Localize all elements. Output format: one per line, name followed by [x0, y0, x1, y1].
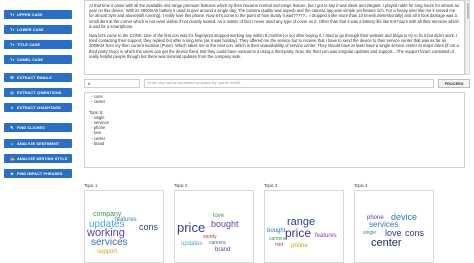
analyze-writing-style-label: ANALYZE WRITING STYLE [17, 156, 68, 161]
text-scrollbar[interactable] [465, 0, 470, 75]
lower-case-label: LOWER CASE [17, 27, 44, 32]
controls-row: 6 Enter stop words separated by space Eg… [84, 79, 470, 88]
topic-label: Topic 3 [264, 183, 278, 188]
upper-case-label: UPPER CASE [17, 12, 43, 17]
text-case-icon: Tт [10, 27, 15, 32]
analyze-sentiment-button[interactable]: ☺ ANALYZE SENTIMENT [4, 139, 72, 148]
extract-emails-button[interactable]: ✉ EXTRACT EMAILS [4, 73, 72, 82]
cliche-icon: ✎ [10, 125, 14, 130]
extract-hashtags-button[interactable]: # EXTRACT #HASHTAGS [4, 103, 72, 112]
proceed-button[interactable]: PROCEED [438, 79, 470, 88]
text-input-area[interactable]: At that time it came with all the availa… [84, 0, 465, 75]
stopwords-input[interactable]: Enter stop words separated by space Eg: … [144, 79, 434, 88]
find-cliches-button[interactable]: ✎ FIND CLICHES [4, 123, 72, 132]
cloud-word: price [177, 220, 206, 235]
cloud-word: camera [209, 240, 226, 246]
sidebar: Tт UPPER CASE Tт LOWER CASE Tт TITLE CASE T… [0, 0, 76, 263]
cloud-word: center [371, 237, 402, 249]
title-case-label: TITLE CASE [17, 42, 41, 47]
cloud-word: bought [267, 228, 286, 234]
topic-label: Topic 2 [174, 183, 188, 188]
cloud-word: single [363, 230, 377, 236]
topic-column: Topic 2 love price bought sturdy camera updat… [174, 183, 264, 263]
cloud-word: brand [215, 247, 231, 253]
cloud-word: updates [181, 241, 203, 247]
extract-mentions-label: EXTRACT @MENTIONS [17, 90, 62, 95]
text-case-icon: Tт [10, 42, 15, 47]
find-cliches-label: FIND CLICHES [17, 125, 45, 130]
text-case-icon: Tт [10, 12, 15, 17]
impact-icon: ★ [10, 171, 14, 176]
find-impact-phrases-button[interactable]: ★ FIND IMPACT PHRASES [4, 169, 72, 178]
text-paragraph: At that time it came with all the availa… [89, 3, 460, 29]
cloud-word: bought [211, 219, 239, 229]
word-cloud: company features updates working cons service… [84, 190, 164, 263]
camel-case-label: CAMEL CASE [17, 57, 44, 62]
topic-label: Topic 1 [84, 183, 98, 188]
extract-hashtags-label: EXTRACT #HASHTAGS [17, 105, 61, 110]
sentiment-icon: ☺ [10, 141, 15, 146]
topic-label: Topic 4 [354, 183, 368, 188]
word-cloud: range bought price features camera mid phone [264, 190, 344, 263]
cloud-word: cons [405, 228, 425, 238]
cloud-word: support [97, 249, 118, 255]
hashtag-icon: # [10, 105, 14, 110]
text-paragraph: Now let's come to the CONS. One of the f… [89, 33, 459, 59]
analyze-writing-style-button[interactable]: ✍ ANALYZE WRITING STYLE [4, 154, 72, 163]
topic-column: Topic 4 phone device services love cons cente… [354, 183, 444, 263]
topic-column: Topic 1 company features updates working con… [84, 183, 174, 263]
num-topics-input[interactable]: 6 [84, 79, 140, 88]
text-case-icon: Tт [10, 57, 15, 62]
topic-column: Topic 3 range bought price features camera mi… [264, 183, 354, 263]
extract-emails-label: EXTRACT EMAILS [17, 75, 52, 80]
find-impact-phrases-label: FIND IMPACT PHRASES [17, 171, 63, 176]
topics-line: - brand [89, 140, 105, 146]
scrollbar-thumb[interactable] [467, 3, 469, 19]
cloud-word: mid [275, 242, 284, 248]
title-case-button[interactable]: Tт TITLE CASE [4, 40, 72, 49]
cloud-word: phone [291, 243, 308, 249]
at-icon: @ [10, 90, 15, 95]
extract-mentions-button[interactable]: @ EXTRACT @MENTIONS [4, 88, 72, 97]
word-cloud: love price bought sturdy camera updates brand [174, 190, 254, 263]
style-icon: ✍ [10, 156, 16, 161]
lower-case-button[interactable]: Tт LOWER CASE [4, 25, 72, 34]
cloud-word: price [285, 226, 312, 240]
upper-case-button[interactable]: Tт UPPER CASE [4, 10, 72, 19]
topics-output: - cons - center Topic 5: - single - serv… [84, 92, 465, 168]
analyze-sentiment-label: ANALYZE SENTIMENT [17, 141, 60, 146]
camel-case-button[interactable]: Tт CAMEL CASE [4, 55, 72, 64]
cloud-word: cons [139, 222, 159, 232]
cloud-word: services [91, 237, 128, 248]
cloud-word: features [315, 233, 337, 239]
email-icon: ✉ [10, 75, 14, 80]
word-cloud: phone device services love cons center single [354, 190, 434, 263]
